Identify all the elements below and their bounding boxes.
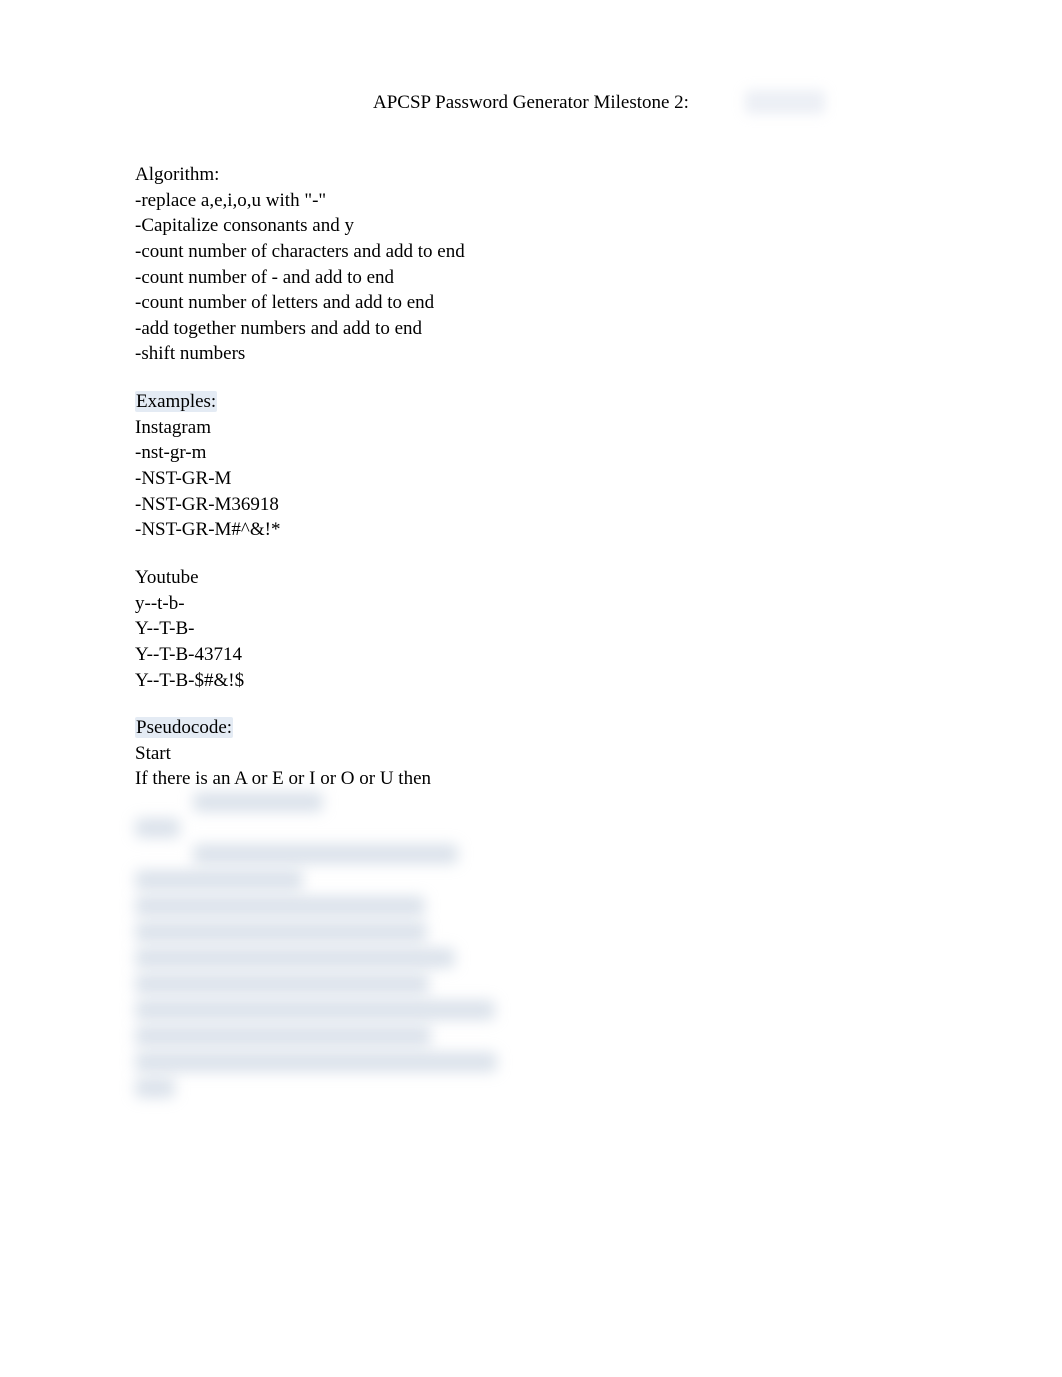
blurred-line — [135, 1026, 431, 1046]
blurred-line — [135, 1000, 495, 1020]
example-line: Y--T-B-43714 — [135, 642, 927, 668]
algorithm-line: -add together numbers and add to end — [135, 316, 927, 342]
example-line: -NST-GR-M — [135, 466, 927, 492]
pseudocode-line: Start — [135, 741, 927, 767]
blurred-line — [135, 896, 425, 916]
example-name: Instagram — [135, 415, 927, 441]
blurred-line — [193, 792, 323, 812]
example-name: Youtube — [135, 565, 927, 591]
blurred-line — [193, 844, 458, 864]
example-line: -NST-GR-M36918 — [135, 492, 927, 518]
blurred-line — [135, 974, 429, 994]
blurred-line — [135, 818, 180, 838]
title-blur-decoration — [745, 90, 825, 114]
example-line: Y--T-B-$#&!$ — [135, 668, 927, 694]
pseudocode-heading-text: Pseudocode: — [135, 717, 233, 738]
blurred-line — [135, 1078, 175, 1098]
algorithm-line: -Capitalize consonants and y — [135, 213, 927, 239]
blurred-line — [135, 1052, 497, 1072]
examples-heading-text: Examples: — [135, 391, 217, 412]
example-line: -nst-gr-m — [135, 440, 927, 466]
algorithm-section: Algorithm: -replace a,e,i,o,u with "-" -… — [135, 162, 927, 367]
algorithm-line: -count number of - and add to end — [135, 265, 927, 291]
blurred-line — [135, 922, 427, 942]
algorithm-line: -count number of characters and add to e… — [135, 239, 927, 265]
example-line: Y--T-B- — [135, 616, 927, 642]
pseudocode-section: Pseudocode: Start If there is an A or E … — [135, 715, 927, 792]
algorithm-line: -replace a,e,i,o,u with "-" — [135, 188, 927, 214]
title-text: APCSP Password Generator Milestone 2: — [373, 92, 689, 113]
algorithm-line: -shift numbers — [135, 341, 927, 367]
pseudocode-line: If there is an A or E or I or O or U the… — [135, 766, 927, 792]
pseudocode-heading: Pseudocode: — [135, 715, 927, 741]
page-title: APCSP Password Generator Milestone 2: — [135, 92, 927, 114]
algorithm-line: -count number of letters and add to end — [135, 290, 927, 316]
examples-heading: Examples: — [135, 389, 927, 415]
algorithm-heading: Algorithm: — [135, 162, 927, 188]
blurred-line — [135, 948, 455, 968]
example-line: -NST-GR-M#^&!* — [135, 517, 927, 543]
examples-section: Examples: Instagram -nst-gr-m -NST-GR-M … — [135, 389, 927, 543]
blurred-line — [135, 870, 303, 890]
examples-section-2: Youtube y--t-b- Y--T-B- Y--T-B-43714 Y--… — [135, 565, 927, 693]
example-line: y--t-b- — [135, 591, 927, 617]
